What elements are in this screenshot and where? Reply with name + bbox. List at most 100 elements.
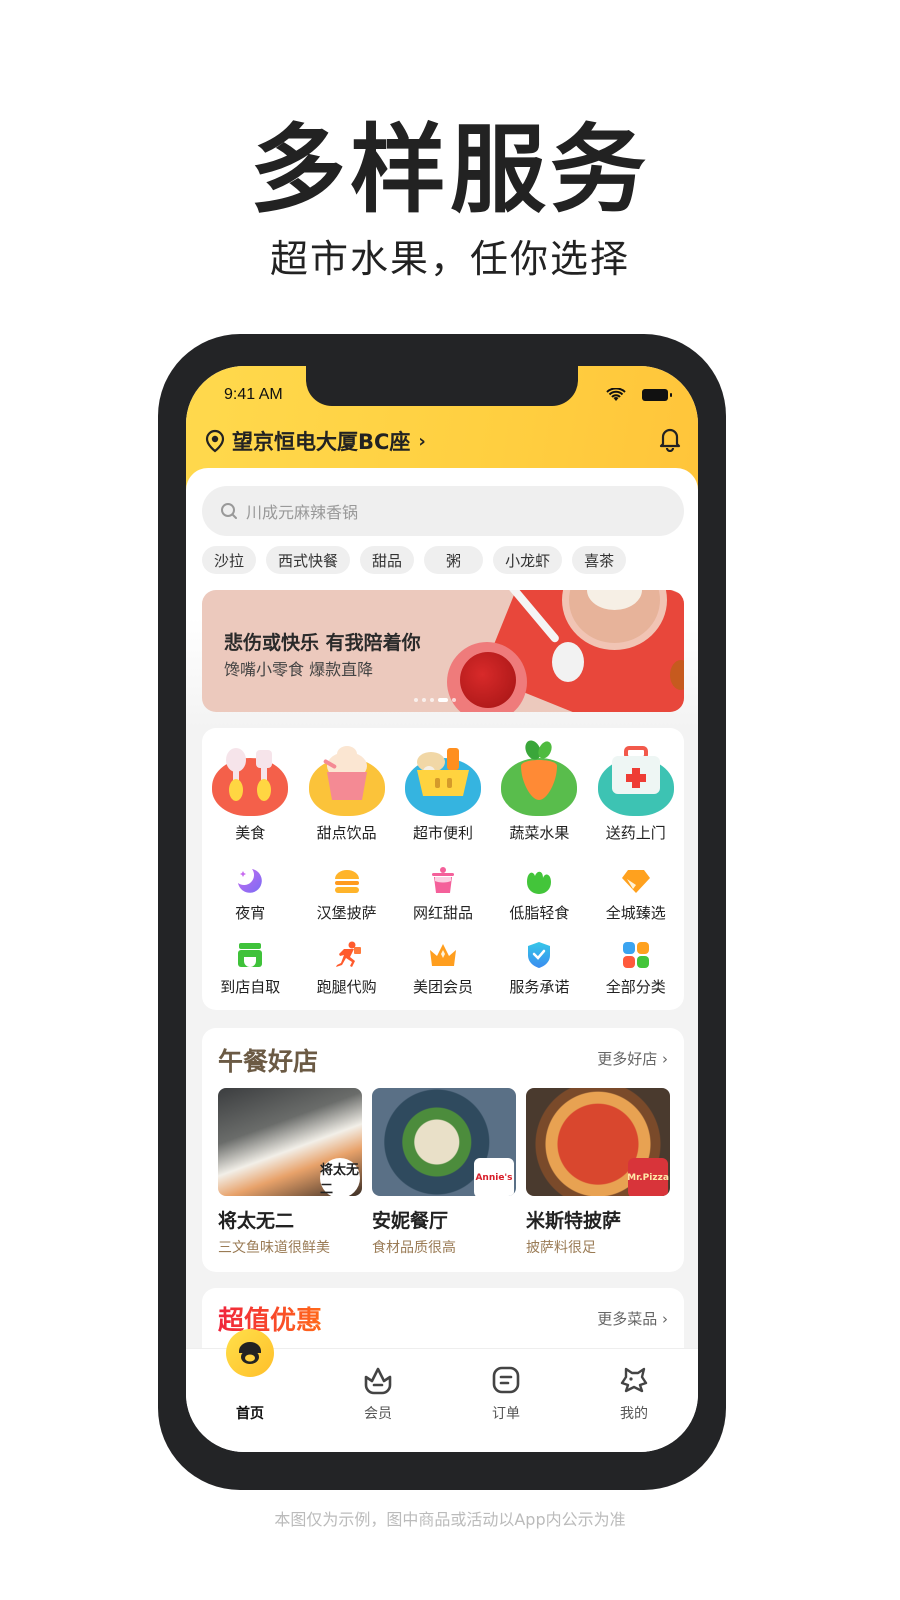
category-label: 服务承诺 <box>509 978 570 996</box>
category-label: 夜宵 <box>235 904 266 922</box>
location-text: 望京恒电大厦BC座 <box>232 430 411 454</box>
chip[interactable]: 甜品 <box>360 546 415 574</box>
tab-profile[interactable]: 我的 <box>570 1349 698 1452</box>
chip[interactable]: 粥 <box>424 546 484 574</box>
chip[interactable]: 西式快餐 <box>266 546 351 574</box>
phone-frame: 9:41 AM 望京恒电大厦BC座 › 川成元麻辣香锅 沙拉 西式快餐 甜品 粥… <box>158 334 726 1490</box>
location-selector[interactable]: 望京恒电大厦BC座 › <box>204 426 426 456</box>
medical-kit-icon <box>597 744 674 816</box>
pagination-dot[interactable] <box>414 698 418 702</box>
battery-icon <box>642 389 672 401</box>
hero-subtitle: 超市水果，任你选择 <box>269 237 630 281</box>
pagination-dot[interactable] <box>452 698 456 702</box>
category-produce[interactable]: 蔬菜水果 <box>491 740 587 843</box>
category-late-night[interactable]: 夜宵 <box>202 866 298 923</box>
banner-title: 悲伤或快乐 有我陪着你 <box>224 632 421 654</box>
phone-screen: 9:41 AM 望京恒电大厦BC座 › 川成元麻辣香锅 沙拉 西式快餐 甜品 粥… <box>186 366 698 1452</box>
category-errand[interactable]: 跑腿代购 <box>298 940 394 997</box>
dessert-cup-icon <box>428 866 458 896</box>
shop-name: 将太无二 <box>218 1210 295 1232</box>
hero-title: 多样服务 <box>250 114 650 226</box>
small-categories-row2: 到店自取 跑腿代购 美团会员 服务承诺 全部分类 <box>202 940 684 997</box>
category-label: 到店自取 <box>220 978 281 996</box>
main-panel: 川成元麻辣香锅 沙拉 西式快餐 甜品 粥 小龙虾 喜茶 悲伤或快乐 有我陪着你 <box>186 468 698 1408</box>
category-all[interactable]: 全部分类 <box>588 940 684 997</box>
category-light-meal[interactable]: 低脂轻食 <box>491 866 587 923</box>
chevron-right-icon: › <box>418 430 426 452</box>
shop-image-sushi: 将太无二 <box>218 1088 362 1196</box>
shop-description: 三文鱼味道很鲜美 <box>218 1240 330 1256</box>
lunch-shops-card: 午餐好店 更多好店 › 将太无二 将太无二 三文鱼味道很鲜美 Annie's 安… <box>202 1028 684 1272</box>
category-label: 甜点饮品 <box>316 824 377 842</box>
tab-label: 我的 <box>620 1406 648 1422</box>
big-categories: 美食 甜点饮品 超市便利 蔬菜水果 送药上门 <box>202 740 684 843</box>
tab-orders[interactable]: 订单 <box>442 1349 570 1452</box>
search-placeholder: 川成元麻辣香锅 <box>246 503 359 522</box>
category-dessert[interactable]: 甜点饮品 <box>298 744 394 843</box>
category-label: 美食 <box>235 824 266 842</box>
promo-banner[interactable]: 悲伤或快乐 有我陪着你 馋嘴小零食 爆款直降 <box>202 590 684 712</box>
category-label: 蔬菜水果 <box>509 824 570 842</box>
tab-label: 订单 <box>492 1406 520 1422</box>
profile-mascot-icon <box>617 1363 651 1397</box>
tab-label: 会员 <box>364 1406 392 1422</box>
banner-strawberries <box>460 652 516 708</box>
pagination-dot-active[interactable] <box>438 698 448 702</box>
shop-logo: Mr.Pizza <box>627 1158 669 1196</box>
shop-name: 安妮餐厅 <box>372 1210 449 1232</box>
chip[interactable]: 喜茶 <box>572 546 627 574</box>
more-shops-link[interactable]: 更多好店 › <box>597 1048 668 1069</box>
store-icon <box>235 940 265 970</box>
shop-description: 食材品质很高 <box>372 1240 456 1256</box>
search-bar[interactable]: 川成元麻辣香锅 <box>202 486 684 536</box>
shield-check-icon <box>524 940 554 970</box>
category-membership[interactable]: 美团会员 <box>395 940 491 997</box>
pagination-dot[interactable] <box>422 698 426 702</box>
shop-list: 将太无二 将太无二 三文鱼味道很鲜美 Annie's 安妮餐厅 食材品质很高 M… <box>218 1088 670 1257</box>
category-pickup[interactable]: 到店自取 <box>202 940 298 997</box>
category-label: 跑腿代购 <box>316 978 377 996</box>
category-label: 全城臻选 <box>605 904 666 922</box>
burger-icon <box>332 866 362 896</box>
shop-image-pizza: Mr.Pizza <box>526 1088 670 1196</box>
category-service-promise[interactable]: 服务承诺 <box>491 940 587 997</box>
leaf-icon <box>524 866 554 896</box>
category-city-select[interactable]: 全城臻选 <box>588 866 684 923</box>
shop-name: 米斯特披萨 <box>526 1210 622 1232</box>
chip[interactable]: 小龙虾 <box>493 546 563 574</box>
deals-title: 超值优惠 <box>218 1300 322 1337</box>
category-label: 汉堡披萨 <box>316 904 377 922</box>
category-label: 低脂轻食 <box>509 904 570 922</box>
pagination-dot[interactable] <box>430 698 434 702</box>
banner-subtitle: 馋嘴小零食 爆款直降 <box>224 660 374 679</box>
category-label: 全部分类 <box>605 978 666 996</box>
home-mascot-icon <box>226 1329 274 1377</box>
category-food[interactable]: 美食 <box>202 744 298 843</box>
basket-icon <box>404 744 481 816</box>
category-trendy-dessert[interactable]: 网红甜品 <box>395 866 491 923</box>
diamond-icon <box>621 866 651 896</box>
carrot-icon <box>501 740 578 816</box>
more-dishes-link[interactable]: 更多菜品 › <box>597 1308 668 1329</box>
crown-outline-icon <box>361 1363 395 1397</box>
shop-card[interactable]: 将太无二 将太无二 三文鱼味道很鲜美 <box>218 1088 362 1257</box>
category-supermarket[interactable]: 超市便利 <box>395 744 491 843</box>
notch <box>306 366 578 406</box>
category-medicine[interactable]: 送药上门 <box>588 744 684 843</box>
grid-icon <box>621 940 651 970</box>
shop-description: 披萨料很足 <box>526 1240 596 1256</box>
bell-icon <box>659 428 681 453</box>
notification-button[interactable] <box>658 426 682 456</box>
chip[interactable]: 沙拉 <box>202 546 257 574</box>
small-categories-row1: 夜宵 汉堡披萨 网红甜品 低脂轻食 全城臻选 <box>202 866 684 923</box>
shop-card[interactable]: Annie's 安妮餐厅 食材品质很高 <box>372 1088 516 1257</box>
search-icon <box>221 503 237 519</box>
section-title: 午餐好店 <box>218 1047 319 1076</box>
shop-image-salad: Annie's <box>372 1088 516 1196</box>
tab-membership[interactable]: 会员 <box>314 1349 442 1452</box>
banner-pagination <box>414 698 456 702</box>
shop-logo: 将太无二 <box>320 1158 360 1196</box>
category-burger-pizza[interactable]: 汉堡披萨 <box>298 866 394 923</box>
tab-home[interactable]: 首页 <box>186 1329 314 1452</box>
shop-card[interactable]: Mr.Pizza 米斯特披萨 披萨料很足 <box>526 1088 670 1257</box>
